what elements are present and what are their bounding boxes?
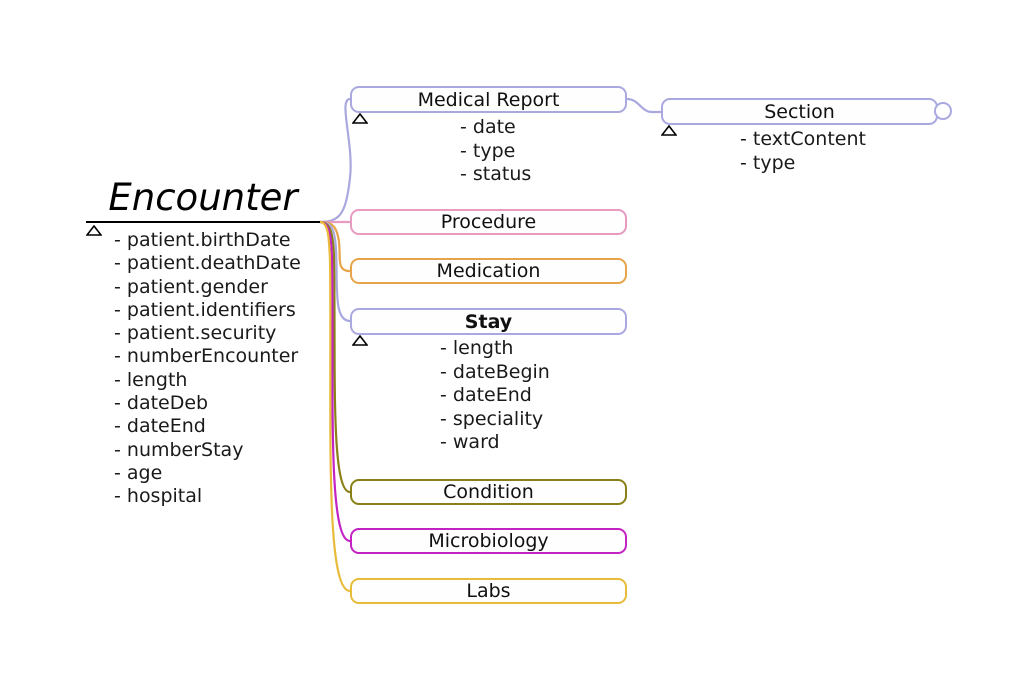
attribute-item: - patient.security xyxy=(114,322,277,345)
node-medication[interactable]: Medication xyxy=(350,258,627,284)
node-encounter[interactable]: Encounter - patient.birthDate - patient.… xyxy=(86,176,320,509)
triangle-collapse-icon[interactable] xyxy=(661,125,677,136)
node-medical-report-attributes: - date - type - status xyxy=(460,116,531,187)
edge-encounter-labs xyxy=(318,220,352,593)
attribute-item: - date xyxy=(460,116,516,138)
attribute-item: - patient.gender xyxy=(114,275,268,298)
node-labs[interactable]: Labs xyxy=(350,578,627,604)
node-procedure-label: Procedure xyxy=(440,211,537,233)
attribute-item: - dateEnd xyxy=(114,415,206,438)
node-condition-label: Condition xyxy=(443,481,534,503)
node-procedure[interactable]: Procedure xyxy=(350,209,627,235)
attribute-item: - age xyxy=(114,461,163,484)
attribute-item: - dateDeb xyxy=(114,392,209,415)
node-stay-attributes: - length - dateBegin - dateEnd - special… xyxy=(440,337,550,455)
edge-encounter-microbiology xyxy=(318,220,352,543)
edge-encounter-condition xyxy=(318,220,352,494)
node-medical-report[interactable]: Medical Report xyxy=(350,86,627,113)
attribute-item: - patient.identifiers xyxy=(114,298,296,321)
edge-encounter-medical-report xyxy=(318,97,352,224)
attribute-item: - hospital xyxy=(114,485,203,508)
node-stay-label: Stay xyxy=(464,310,513,333)
attribute-item: - status xyxy=(460,163,532,186)
attribute-item: - speciality xyxy=(440,407,544,430)
node-stay[interactable]: Stay xyxy=(350,308,627,335)
node-section[interactable]: Section xyxy=(661,98,938,125)
node-labs-label: Labs xyxy=(466,580,511,602)
triangle-collapse-icon[interactable] xyxy=(352,113,368,124)
attribute-item: - patient.deathDate xyxy=(114,252,301,275)
node-encounter-underline xyxy=(86,221,320,223)
node-section-label: Section xyxy=(764,100,835,123)
triangle-collapse-icon[interactable] xyxy=(352,335,368,346)
attribute-item: - numberEncounter xyxy=(114,345,299,368)
attribute-item: - patient.birthDate xyxy=(114,229,291,251)
attribute-item: - dateEnd xyxy=(440,384,532,407)
node-medication-label: Medication xyxy=(436,260,541,282)
node-microbiology-label: Microbiology xyxy=(428,530,549,552)
attribute-item: - dateBegin xyxy=(440,360,550,383)
attribute-item: - type xyxy=(740,151,796,174)
section-expand-handle-icon[interactable] xyxy=(934,102,952,120)
node-section-attributes: - textContent - type xyxy=(740,128,866,175)
node-encounter-title: Encounter xyxy=(108,176,298,219)
node-medical-report-label: Medical Report xyxy=(417,88,560,111)
node-condition[interactable]: Condition xyxy=(350,479,627,505)
node-microbiology[interactable]: Microbiology xyxy=(350,528,627,554)
attribute-item: - numberStay xyxy=(114,438,244,461)
diagram-canvas: Encounter - patient.birthDate - patient.… xyxy=(0,0,1024,691)
attribute-item: - ward xyxy=(440,431,500,454)
attribute-item: - type xyxy=(460,139,516,162)
node-encounter-attributes: - patient.birthDate - patient.deathDate … xyxy=(114,229,320,509)
edge-medical-report-section xyxy=(625,97,663,114)
attribute-item: - textContent xyxy=(740,128,866,150)
attribute-item: - length xyxy=(440,337,514,359)
triangle-collapse-icon[interactable] xyxy=(86,225,102,236)
edge-encounter-stay xyxy=(318,220,352,323)
attribute-item: - length xyxy=(114,368,188,391)
edge-encounter-medication xyxy=(318,220,352,273)
